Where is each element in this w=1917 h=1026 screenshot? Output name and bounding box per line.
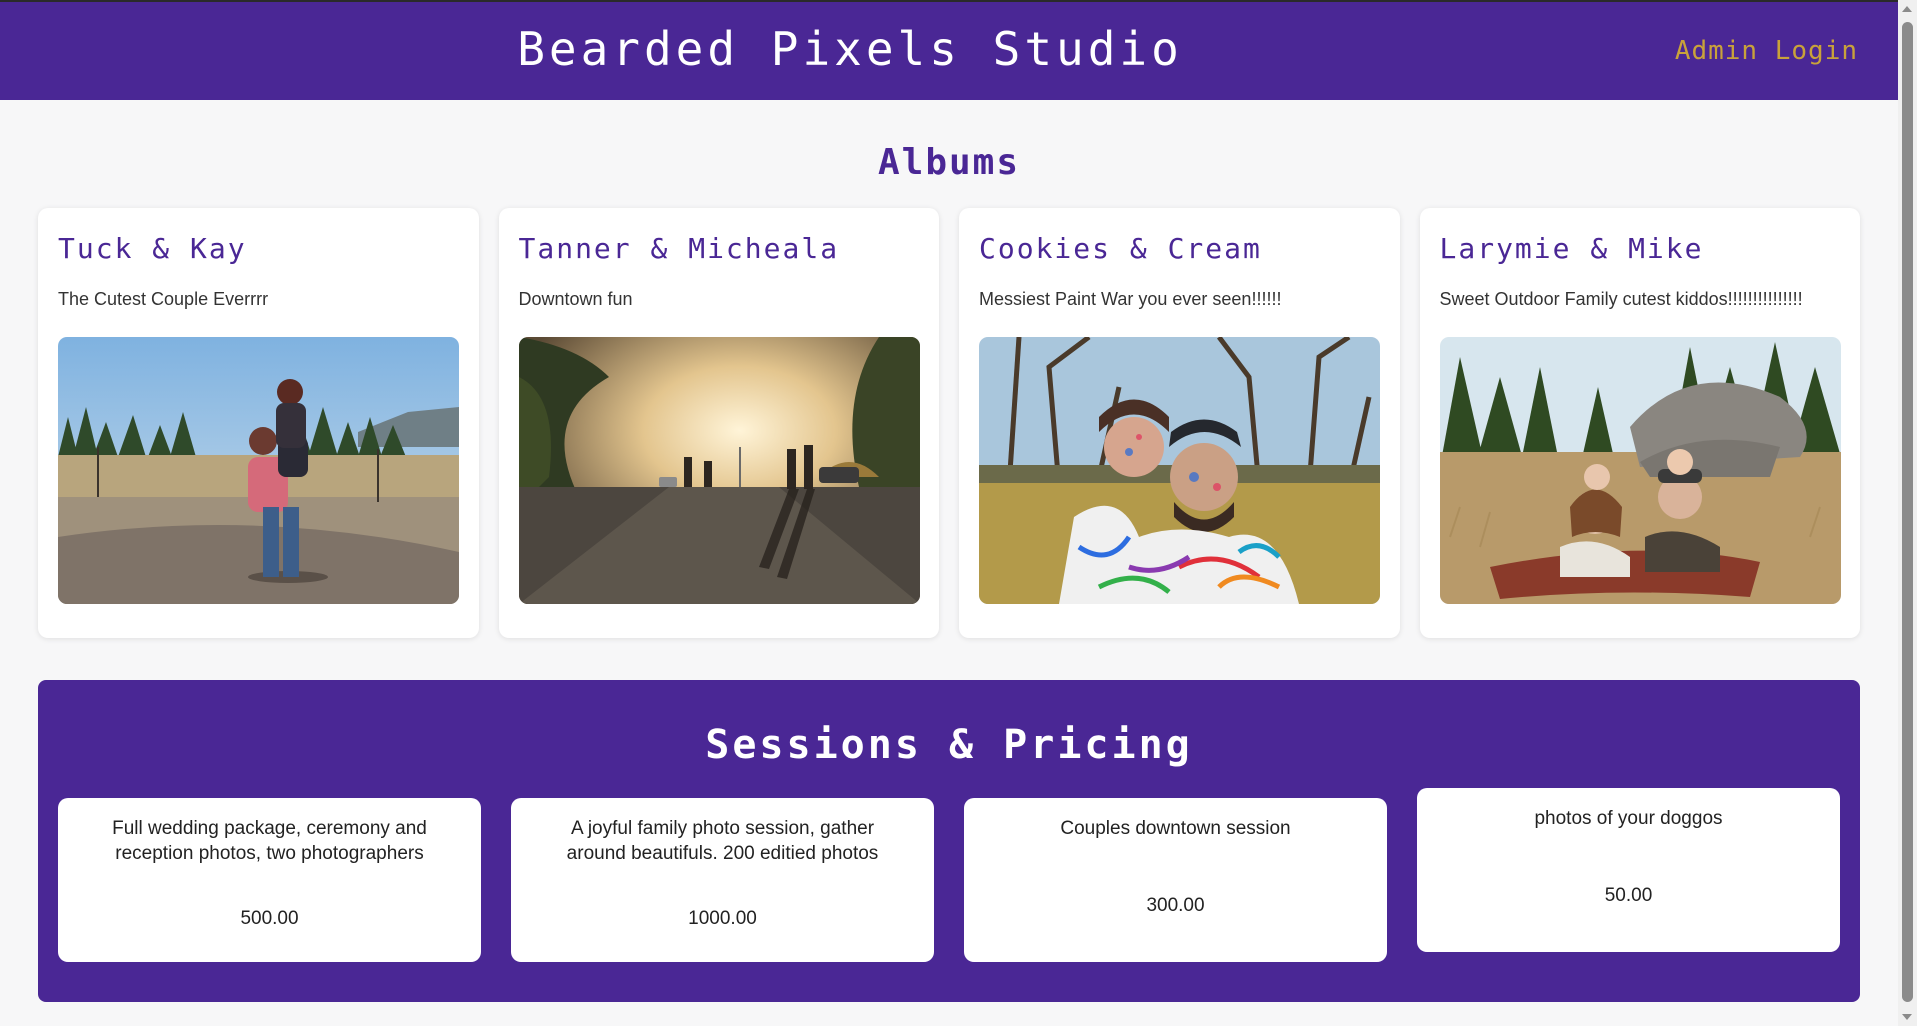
scroll-down-arrow-icon[interactable] xyxy=(1902,1014,1912,1020)
album-description: Messiest Paint War you ever seen!!!!!! xyxy=(979,289,1282,309)
album-card-tanner-micheala[interactable]: Tanner & Micheala Downtown fun xyxy=(498,208,939,638)
album-description: The Cutest Couple Everrrr xyxy=(58,289,269,309)
scroll-thumb[interactable] xyxy=(1902,22,1913,1002)
album-title: Cookies & Cream xyxy=(979,232,1262,265)
album-cover-photo[interactable] xyxy=(1439,337,1841,604)
session-price: 300.00 xyxy=(1146,895,1205,916)
album-title: Larymie & Mike xyxy=(1439,232,1704,265)
album-title: Tanner & Micheala xyxy=(518,232,840,265)
album-card-cookies-cream[interactable]: Cookies & Cream Messiest Paint War you e… xyxy=(959,208,1400,638)
album-cover-photo[interactable] xyxy=(58,337,459,604)
album-cover-photo[interactable] xyxy=(518,337,920,604)
scroll-up-arrow-icon[interactable] xyxy=(1902,6,1912,12)
albums-grid: Tuck & Kay The Cutest Couple Everrrr Tan… xyxy=(38,208,1860,638)
admin-login-link[interactable]: Admin Login xyxy=(1675,36,1858,66)
album-description: Downtown fun xyxy=(518,289,633,309)
album-card-larymie-mike[interactable]: Larymie & Mike Sweet Outdoor Family cute… xyxy=(1419,208,1860,638)
session-description: Full wedding package, ceremony and recep… xyxy=(112,818,427,864)
page-scrollbar[interactable] xyxy=(1898,0,1917,1026)
album-description: Sweet Outdoor Family cutest kiddos!!!!!!… xyxy=(1439,289,1803,309)
session-card-family[interactable]: A joyful family photo session, gather ar… xyxy=(511,798,934,962)
album-card-tuck-kay[interactable]: Tuck & Kay The Cutest Couple Everrrr xyxy=(38,208,479,638)
session-description: A joyful family photo session, gather ar… xyxy=(566,818,879,864)
session-price: 50.00 xyxy=(1604,885,1653,906)
session-card-couples[interactable]: Couples downtown session 300.00 xyxy=(964,798,1387,962)
sessions-pricing-section: Sessions & Pricing Full wedding package,… xyxy=(38,680,1860,1002)
session-description: Couples downtown session xyxy=(1060,818,1291,839)
session-price: 1000.00 xyxy=(688,908,757,929)
site-header: Bearded Pixels Studio Admin Login xyxy=(0,0,1898,100)
sessions-heading: Sessions & Pricing xyxy=(705,722,1193,768)
session-price: 500.00 xyxy=(240,908,299,929)
session-card-wedding[interactable]: Full wedding package, ceremony and recep… xyxy=(58,798,481,962)
album-title: Tuck & Kay xyxy=(58,232,247,265)
session-card-doggos[interactable]: photos of your doggos 50.00 xyxy=(1417,788,1840,952)
session-description: photos of your doggos xyxy=(1534,808,1723,829)
album-cover-photo[interactable] xyxy=(979,337,1380,604)
albums-heading: Albums xyxy=(877,142,1021,183)
site-title: Bearded Pixels Studio xyxy=(517,22,1183,76)
